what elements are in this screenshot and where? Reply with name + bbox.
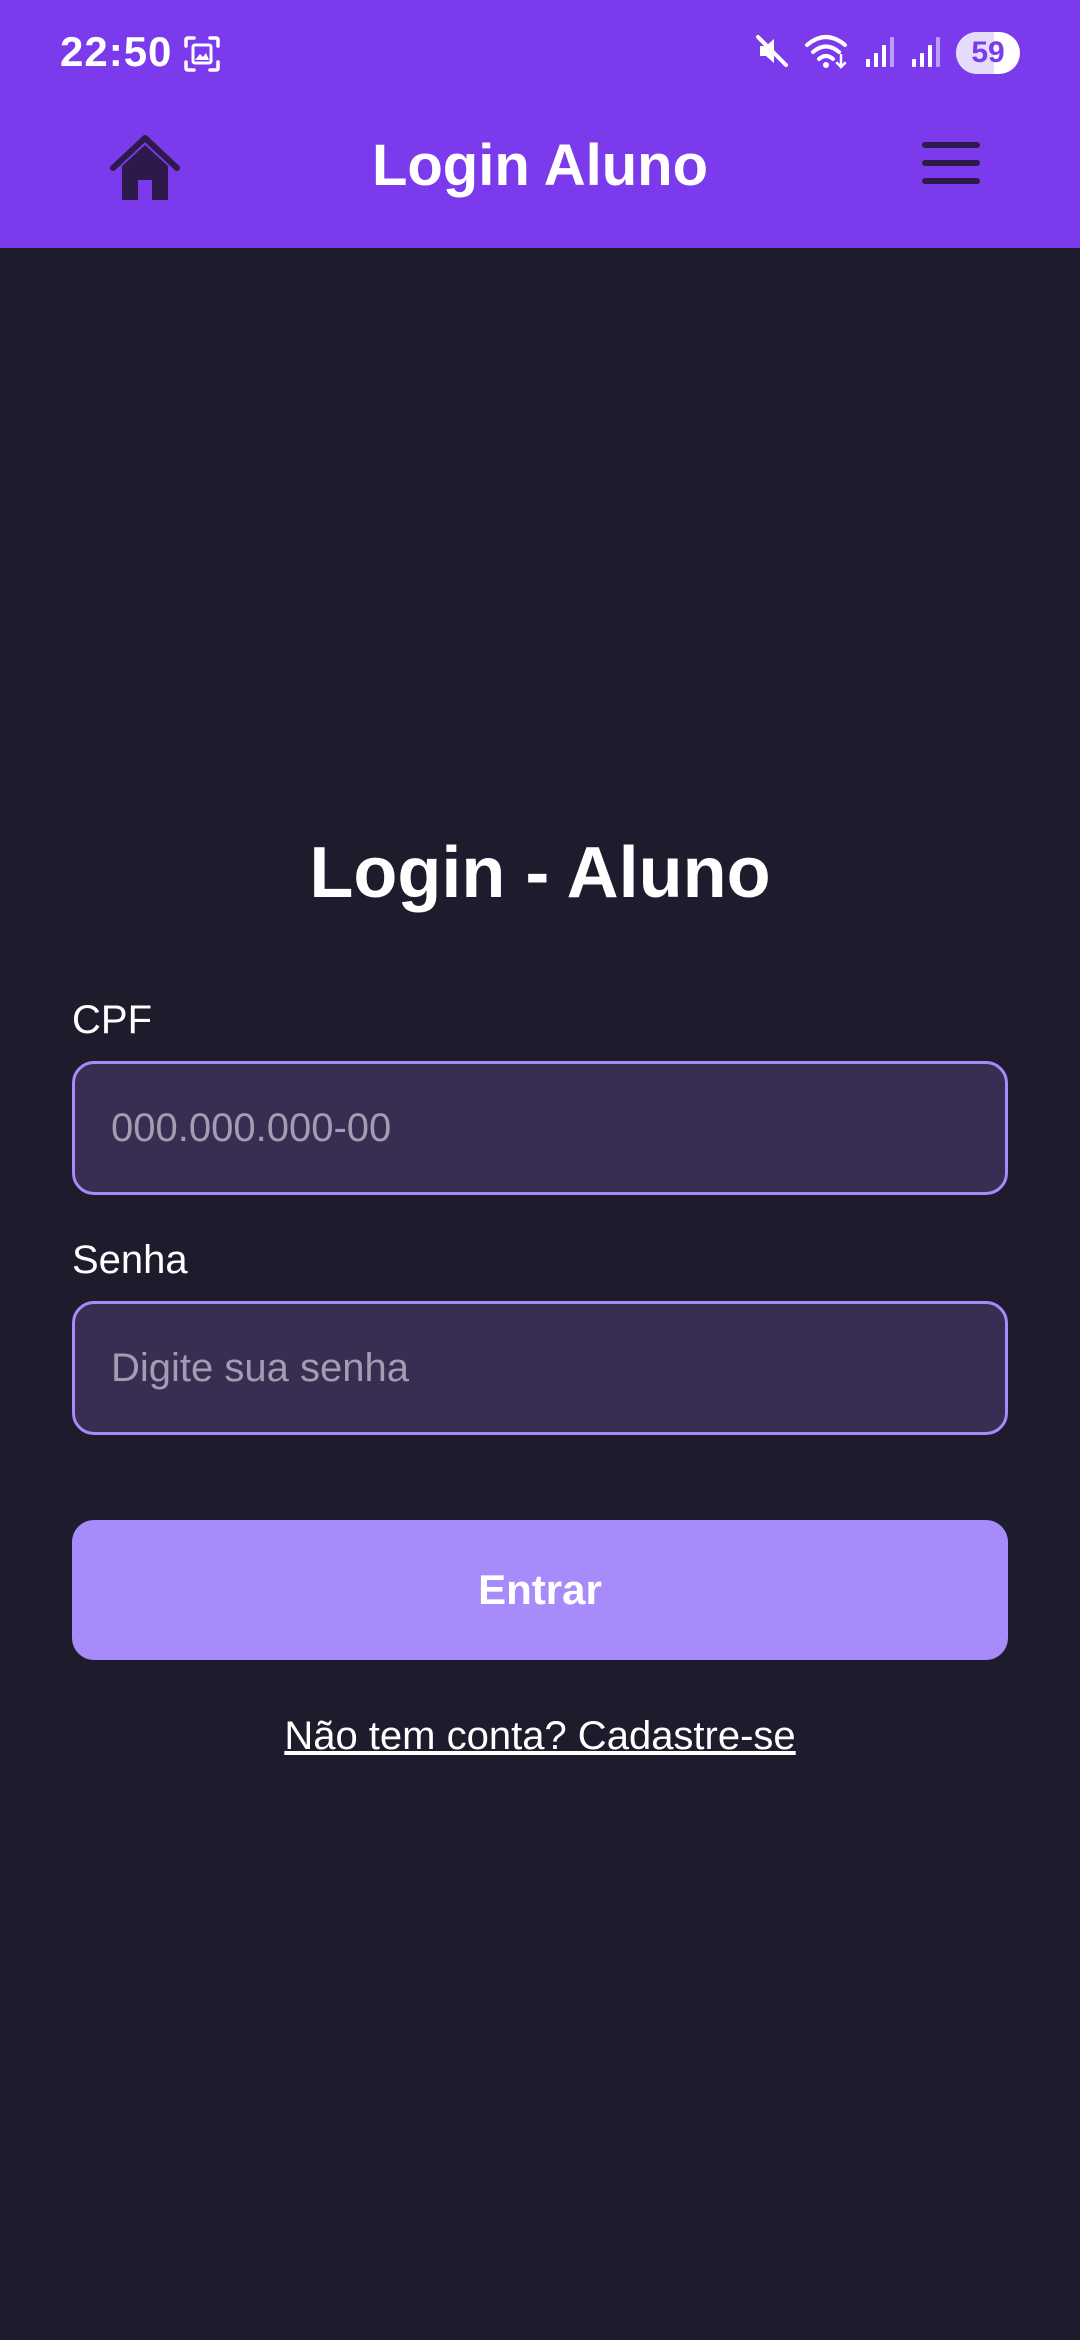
signal-icon [864,31,896,76]
page-title: Login Aluno [371,133,709,198]
app-header: Login Aluno [0,110,1080,248]
battery-level: 59 [971,36,1005,69]
password-input[interactable] [72,1301,1008,1435]
cpf-input[interactable] [72,1061,1008,1195]
hamburger-menu-icon[interactable] [922,140,980,188]
menu-line [922,160,980,166]
signup-link[interactable]: Não tem conta? Cadastre-se [0,1714,1080,1759]
login-heading: Login - Aluno [309,833,771,913]
cpf-label: CPF [72,998,152,1042]
wifi-icon [804,31,850,76]
status-bar: 22:50 59 [0,0,1080,110]
screenshot-icon [182,34,222,74]
mute-icon [754,31,790,76]
status-time: 22:50 [60,28,173,75]
battery-icon: 59 [956,32,1020,74]
login-button[interactable]: Entrar [72,1520,1008,1660]
menu-line [922,178,980,184]
status-icons: 59 [754,30,1020,76]
signal-icon [910,31,942,76]
password-label: Senha [72,1238,188,1282]
menu-line [922,142,980,148]
